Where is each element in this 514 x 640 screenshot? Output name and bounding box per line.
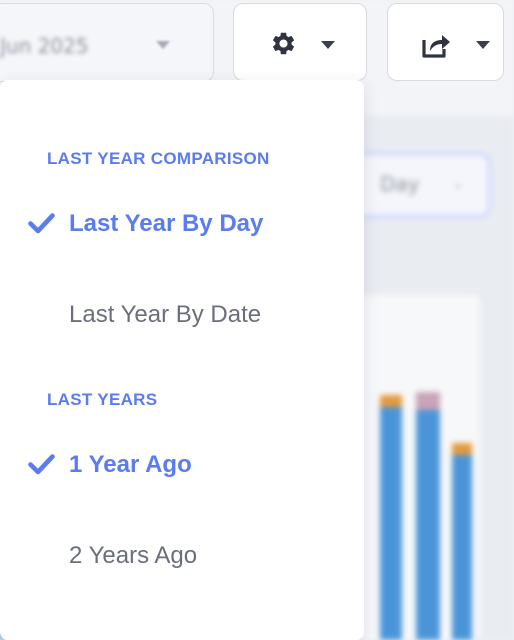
gear-icon — [272, 32, 295, 55]
menu-item-label: Last Year By Day — [69, 210, 264, 237]
check-icon — [28, 213, 55, 234]
comparison-dropdown-menu: LAST YEAR COMPARISON Last Year By Day La… — [0, 80, 364, 640]
menu-item-last-year-by-day[interactable]: Last Year By Day — [0, 196, 364, 252]
date-range-text: 2 Jun 2025 — [0, 34, 89, 58]
chevron-down-icon — [476, 41, 490, 49]
share-button[interactable] — [387, 3, 504, 81]
chevron-down-icon — [156, 41, 170, 49]
background-bar — [380, 405, 402, 640]
background-bar-cap — [416, 392, 440, 410]
check-icon — [28, 454, 55, 475]
background-bar — [452, 455, 472, 640]
menu-item-2-years-ago[interactable]: 2 Years Ago — [0, 528, 364, 584]
menu-item-label: 2 Years Ago — [69, 542, 198, 569]
section-heading-last-year-comparison: LAST YEAR COMPARISON — [47, 149, 270, 168]
settings-button[interactable] — [233, 3, 367, 81]
menu-item-label: 1 Year Ago — [69, 451, 192, 478]
date-range-picker[interactable]: 2 Jun 2025 — [0, 3, 214, 82]
chevron-down-icon — [321, 41, 335, 49]
chevron-down-icon: ⌄ — [452, 176, 464, 192]
background-select-label: Day — [380, 172, 420, 196]
background-bar-cap — [452, 443, 472, 455]
menu-item-last-year-by-date[interactable]: Last Year By Date — [0, 287, 364, 343]
section-heading-last-years: LAST YEARS — [47, 390, 158, 409]
menu-item-label: Last Year By Date — [69, 301, 262, 328]
share-icon — [422, 35, 450, 58]
menu-item-1-year-ago[interactable]: 1 Year Ago — [0, 437, 364, 493]
background-bar — [416, 410, 440, 640]
background-bar-cap — [380, 395, 402, 407]
